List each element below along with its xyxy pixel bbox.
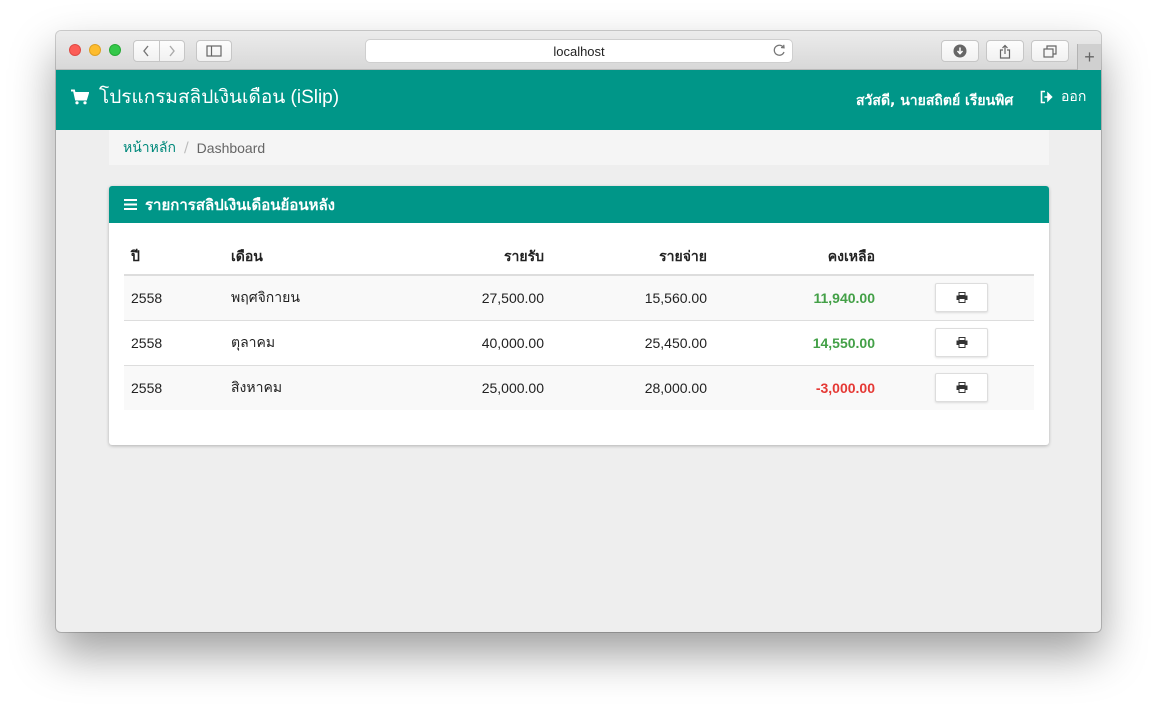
income-cell: 27,500.00	[394, 275, 551, 320]
month-cell: พฤศจิกายน	[224, 275, 394, 320]
income-cell: 25,000.00	[394, 364, 551, 410]
column-header-expense: รายจ่าย	[551, 239, 714, 276]
column-header-action	[882, 239, 1034, 276]
print-icon	[956, 292, 967, 304]
balance-cell: 14,550.00	[714, 319, 882, 365]
table-header-row: ปี เดือน รายรับ รายจ่าย คงเหลือ	[124, 239, 1034, 276]
reload-icon[interactable]	[773, 43, 786, 60]
download-icon	[953, 44, 967, 58]
forward-button[interactable]	[158, 41, 184, 61]
action-cell	[882, 319, 1034, 365]
balance-cell: -3,000.00	[714, 364, 882, 410]
close-window-button[interactable]	[69, 44, 81, 56]
zoom-window-button[interactable]	[109, 44, 121, 56]
table-row: 2558 พฤศจิกายน 27,500.00 15,560.00 11,94…	[124, 275, 1034, 320]
sidebar-icon	[206, 45, 222, 57]
panel-title: รายการสลิปเงินเดือนย้อนหลัง	[145, 195, 335, 214]
print-payslip-button[interactable]	[935, 328, 988, 357]
breadcrumb: หน้าหลัก / Dashboard	[109, 130, 1049, 165]
column-header-year: ปี	[124, 239, 224, 276]
url-text: localhost	[553, 43, 605, 59]
new-tab-button[interactable]: +	[1077, 44, 1101, 70]
menu-icon	[124, 199, 137, 210]
month-cell: สิงหาคม	[224, 364, 394, 410]
app-navbar: โปรแกรมสลิปเงินเดือน (iSlip) สวัสดี, นาย…	[56, 70, 1101, 130]
downloads-button[interactable]	[941, 40, 979, 62]
logout-label: ออก	[1061, 89, 1087, 105]
minimize-window-button[interactable]	[89, 44, 101, 56]
column-header-balance: คงเหลือ	[714, 239, 882, 276]
browser-toolbar: localhost +	[56, 31, 1101, 70]
chevron-right-icon	[169, 45, 175, 57]
expense-cell: 28,000.00	[551, 364, 714, 410]
breadcrumb-home-link[interactable]: หน้าหลัก	[123, 137, 176, 159]
plus-icon: +	[1084, 47, 1095, 67]
breadcrumb-separator: /	[183, 139, 189, 156]
table-row: 2558 ตุลาคม 40,000.00 25,450.00 14,550.0…	[124, 319, 1034, 365]
print-payslip-button[interactable]	[935, 373, 988, 403]
sidebar-toggle-button[interactable]	[196, 40, 232, 62]
expense-cell: 25,450.00	[551, 319, 714, 365]
month-cell: ตุลาคม	[224, 319, 394, 365]
tabs-icon	[1043, 44, 1057, 58]
share-icon	[999, 44, 1011, 59]
payslip-history-panel: รายการสลิปเงินเดือนย้อนหลัง ปี เดือน ราย…	[109, 186, 1049, 445]
sign-out-icon	[1040, 90, 1053, 104]
column-header-month: เดือน	[224, 239, 394, 276]
panel-heading: รายการสลิปเงินเดือนย้อนหลัง	[109, 186, 1049, 223]
cart-icon	[71, 89, 89, 105]
income-cell: 40,000.00	[394, 319, 551, 365]
action-cell	[882, 275, 1034, 320]
address-bar[interactable]: localhost	[365, 39, 793, 63]
chevron-left-icon	[143, 45, 150, 57]
year-cell: 2558	[124, 364, 224, 410]
history-nav-group	[133, 40, 185, 62]
table-row: 2558 สิงหาคม 25,000.00 28,000.00 -3,000.…	[124, 364, 1034, 410]
print-icon	[956, 337, 967, 348]
browser-window: localhost + โปรแกรมสลิปเงินเดือน (iSlip)…	[56, 31, 1101, 632]
share-button[interactable]	[986, 40, 1024, 62]
brand-link[interactable]: โปรแกรมสลิปเงินเดือน (iSlip)	[71, 85, 339, 109]
brand-title: โปรแกรมสลิปเงินเดือน (iSlip)	[99, 87, 340, 108]
user-greeting: สวัสดี, นายสถิตย์ เรียนพิศ	[856, 93, 1014, 109]
year-cell: 2558	[124, 275, 224, 320]
action-cell	[882, 364, 1034, 410]
balance-cell: 11,940.00	[714, 275, 882, 320]
breadcrumb-current: Dashboard	[196, 139, 266, 156]
print-icon	[956, 382, 967, 394]
print-payslip-button[interactable]	[935, 283, 988, 313]
year-cell: 2558	[124, 319, 224, 365]
show-tabs-button[interactable]	[1031, 40, 1069, 62]
back-button[interactable]	[134, 41, 159, 61]
expense-cell: 15,560.00	[551, 275, 714, 320]
column-header-income: รายรับ	[394, 239, 551, 276]
payslip-table: ปี เดือน รายรับ รายจ่าย คงเหลือ 2558 พฤศ…	[124, 239, 1034, 410]
logout-link[interactable]: ออก	[1040, 86, 1086, 108]
